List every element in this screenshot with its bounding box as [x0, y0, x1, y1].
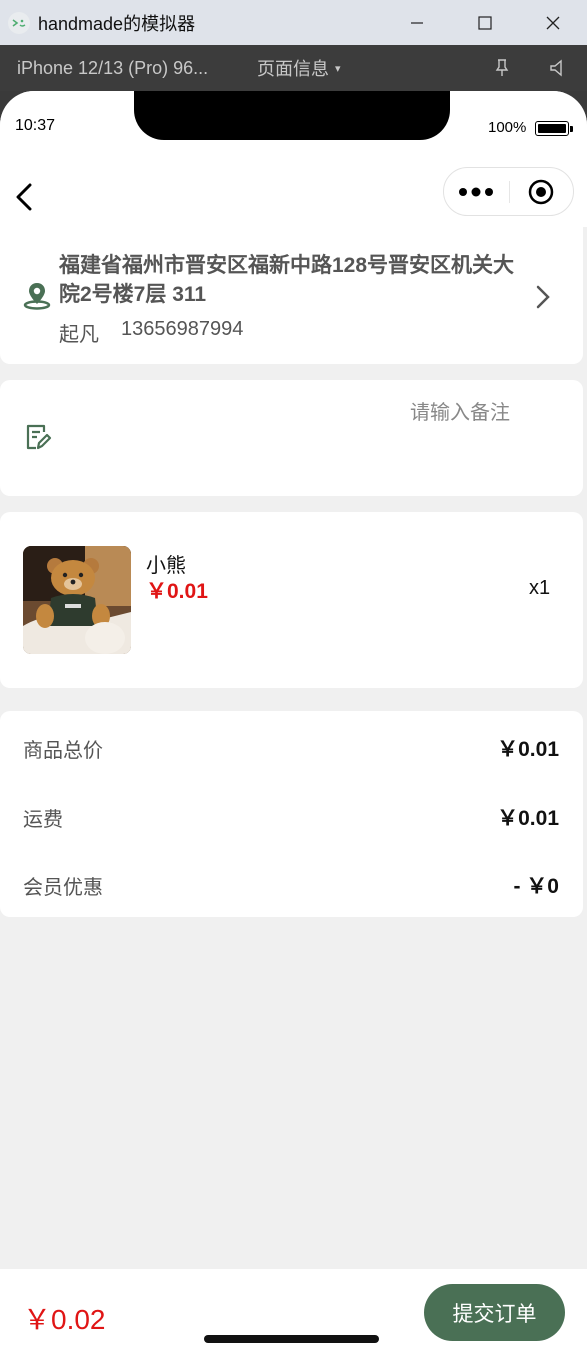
chevron-right-icon: [535, 284, 551, 315]
app-icon: [8, 11, 30, 34]
price-summary-card: 商品总价 ￥0.01 运费 ￥0.01 会员优惠 - ￥0: [0, 711, 583, 917]
pin-button[interactable]: [494, 45, 510, 91]
edit-note-icon: [24, 422, 52, 457]
note-card: [0, 380, 583, 496]
close-icon: [546, 16, 560, 29]
submit-order-button[interactable]: 提交订单: [424, 1284, 565, 1341]
recipient-phone: 13656987994: [121, 318, 244, 340]
more-dots-icon: [459, 187, 494, 196]
back-button[interactable]: [8, 179, 40, 215]
summary-row: 商品总价 ￥0.01: [23, 733, 559, 763]
simulator-toolbar: iPhone 12/13 (Pro) 96... 页面信息 ▾: [0, 45, 587, 91]
summary-label: 商品总价: [23, 739, 103, 762]
product-price: ￥0.01: [146, 580, 208, 603]
summary-value: ￥0.01: [497, 738, 559, 761]
capsule-close-button[interactable]: [510, 179, 574, 205]
battery-icon: [535, 121, 573, 136]
maximize-icon: [478, 15, 492, 30]
location-pin-icon: [22, 280, 52, 315]
minimize-button[interactable]: [383, 0, 451, 45]
product-image: [23, 546, 131, 654]
back-arrow-icon: [16, 183, 32, 211]
summary-value: - ￥0: [513, 875, 559, 898]
address-contact: 起凡 13656987994: [59, 318, 243, 347]
mini-program-capsule: [443, 167, 574, 216]
target-close-icon: [529, 179, 554, 204]
page-info-label: 页面信息: [257, 59, 329, 79]
window-title: handmade的模拟器: [38, 13, 196, 34]
summary-row: 运费 ￥0.01: [23, 802, 559, 832]
pin-icon: [495, 59, 509, 76]
product-quantity: x1: [529, 577, 551, 599]
device-select[interactable]: iPhone 12/13 (Pro) 96...: [17, 58, 227, 79]
home-indicator: [204, 1335, 379, 1343]
maximize-button[interactable]: [451, 0, 519, 45]
product-name: 小熊: [146, 555, 186, 577]
notch: [134, 91, 450, 140]
order-total: ￥0.02: [23, 1304, 106, 1335]
mute-button[interactable]: [548, 45, 566, 91]
phone-screen: 10:37 100% 福建省福州市晋安区福新中路128号晋安区机关大院2号楼7层…: [0, 91, 587, 1359]
battery-percent: 100%: [488, 119, 527, 136]
goods-card: 小熊 ￥0.01 x1: [0, 512, 583, 688]
address-text: 福建省福州市晋安区福新中路128号晋安区机关大院2号楼7层 311: [59, 254, 515, 306]
status-time: 10:37: [15, 117, 56, 134]
page-info-dropdown[interactable]: 页面信息 ▾: [257, 55, 341, 81]
summary-value: ￥0.01: [497, 807, 559, 830]
speaker-icon: [550, 59, 562, 77]
window-titlebar: handmade的模拟器: [0, 0, 587, 45]
nav-bar: [0, 167, 587, 227]
more-button[interactable]: [444, 187, 509, 197]
summary-label: 会员优惠: [23, 876, 103, 899]
note-input[interactable]: [300, 398, 510, 428]
recipient-name: 起凡: [59, 324, 99, 346]
minimize-icon: [411, 21, 423, 24]
summary-row: 会员优惠 - ￥0: [23, 870, 559, 900]
address-card[interactable]: 福建省福州市晋安区福新中路128号晋安区机关大院2号楼7层 311 起凡 136…: [0, 227, 583, 364]
summary-label: 运费: [23, 808, 63, 831]
status-bar: 10:37 100%: [0, 91, 587, 167]
bottom-bar: ￥0.02 提交订单: [0, 1269, 587, 1359]
close-button[interactable]: [519, 0, 587, 45]
caret-down-icon: ▾: [335, 62, 341, 75]
